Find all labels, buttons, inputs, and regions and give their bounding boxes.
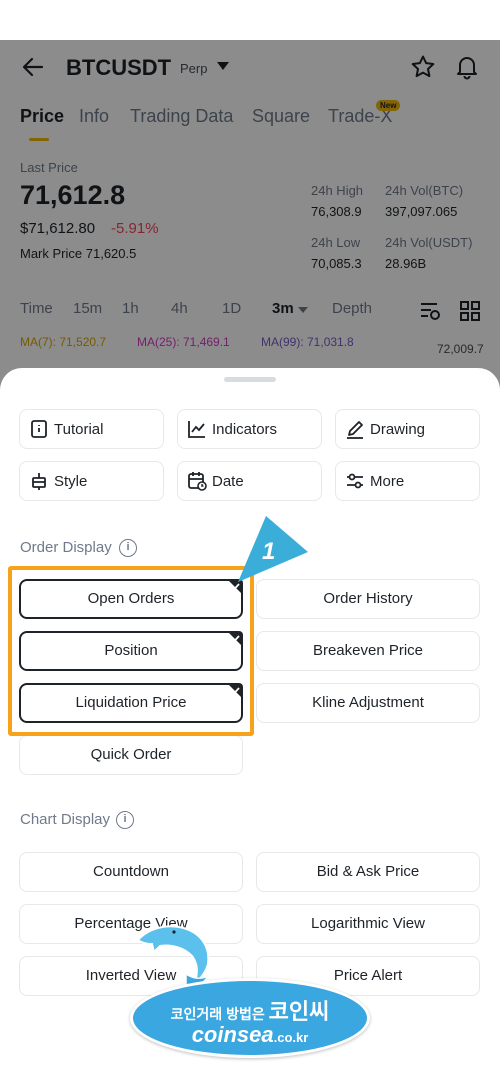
logarithmic-view-option[interactable]: Logarithmic View (256, 904, 480, 944)
checkmark-icon (227, 631, 243, 647)
chart-settings-sheet: Tutorial Indicators Drawing Style Date M… (0, 368, 500, 1020)
inverted-view-label: Inverted View (85, 967, 177, 984)
more-label: More (370, 473, 405, 490)
indicators-button[interactable]: Indicators (177, 409, 322, 449)
book-icon (31, 420, 47, 438)
indicator-chart-icon (188, 421, 205, 438)
price-alert-option[interactable]: Price Alert (256, 956, 480, 996)
watermark-domain: coinsea.co.kr (128, 1022, 372, 1048)
countdown-option[interactable]: Countdown (19, 852, 243, 892)
sliders-icon (347, 473, 363, 489)
screenshot-frame: BTCUSDT Perp Price Info Trading Data Squ… (0, 0, 500, 1083)
percentage-view-option[interactable]: Percentage View (19, 904, 243, 944)
quick-order-option[interactable]: Quick Order (19, 735, 243, 775)
breakeven-price-option[interactable]: Breakeven Price (256, 631, 480, 671)
annotation-step-number: 1 (262, 538, 276, 565)
chart-display-info-icon[interactable]: i (116, 811, 134, 829)
bid-ask-price-label: Bid & Ask Price (316, 863, 420, 880)
liquidation-price-option[interactable]: Liquidation Price (19, 683, 243, 723)
checkmark-icon (227, 683, 243, 699)
style-label: Style (54, 473, 88, 490)
chart-display-title: Chart Display (20, 811, 111, 828)
position-option[interactable]: Position (19, 631, 243, 671)
tutorial-label: Tutorial (54, 421, 104, 438)
sheet-drag-handle[interactable] (224, 377, 276, 382)
pencil-icon (347, 421, 363, 439)
open-orders-option[interactable]: Open Orders (19, 579, 243, 619)
style-button[interactable]: Style (19, 461, 164, 501)
order-history-option[interactable]: Order History (256, 579, 480, 619)
open-orders-label: Open Orders (87, 590, 175, 607)
quick-order-label: Quick Order (90, 746, 172, 763)
price-alert-label: Price Alert (333, 967, 403, 984)
kline-adjustment-option[interactable]: Kline Adjustment (256, 683, 480, 723)
tutorial-button[interactable]: Tutorial (19, 409, 164, 449)
date-button[interactable]: Date (177, 461, 322, 501)
percentage-view-label: Percentage View (74, 915, 188, 932)
drawing-button[interactable]: Drawing (335, 409, 480, 449)
more-button[interactable]: More (335, 461, 480, 501)
indicators-label: Indicators (212, 421, 278, 438)
logarithmic-view-label: Logarithmic View (311, 915, 425, 932)
order-display-info-icon[interactable]: i (119, 539, 137, 557)
drawing-label: Drawing (370, 421, 426, 438)
countdown-label: Countdown (93, 863, 169, 880)
liquidation-price-label: Liquidation Price (75, 694, 187, 711)
watermark-line2-suffix: .co.kr (273, 1030, 309, 1045)
calendar-clock-icon (188, 472, 207, 491)
order-display-title: Order Display (20, 539, 112, 556)
watermark-line2: coinsea (191, 1022, 274, 1047)
candlestick-icon (32, 473, 46, 490)
inverted-view-option[interactable]: Inverted View (19, 956, 243, 996)
bid-ask-price-option[interactable]: Bid & Ask Price (256, 852, 480, 892)
order-history-label: Order History (323, 590, 413, 607)
breakeven-price-label: Breakeven Price (312, 642, 424, 659)
kline-adjustment-label: Kline Adjustment (312, 694, 424, 711)
date-label: Date (212, 473, 244, 490)
position-label: Position (104, 642, 158, 659)
